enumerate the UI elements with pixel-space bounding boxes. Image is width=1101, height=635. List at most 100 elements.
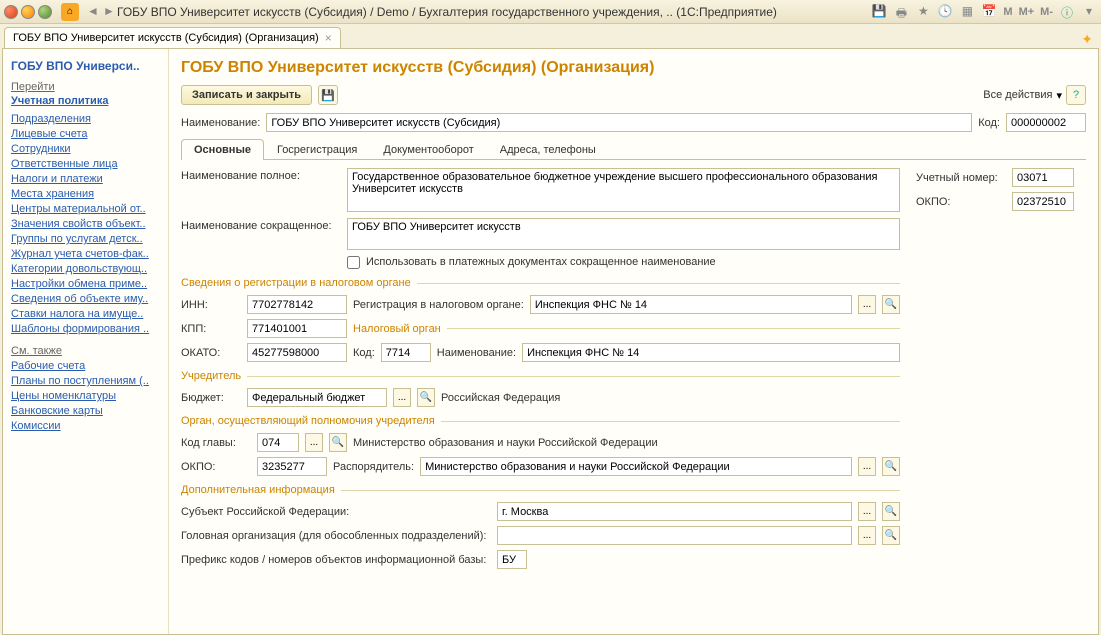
short-name-input[interactable]: [347, 218, 900, 250]
inn-input[interactable]: [247, 295, 347, 314]
subj-select-button[interactable]: ...: [858, 502, 876, 521]
sidebar-link[interactable]: Настройки обмена приме..: [11, 278, 160, 290]
form-area: Наименование полное: Наименование сокращ…: [181, 168, 1086, 574]
sidebar-links: Подразделения Лицевые счета Сотрудники Отве…: [11, 113, 160, 335]
okpo2-label: ОКПО:: [181, 461, 251, 473]
calendar-icon[interactable]: 📅: [981, 4, 997, 20]
dropdown-icon[interactable]: ▾: [1056, 89, 1062, 102]
rasp-search-button[interactable]: 🔍: [882, 457, 900, 476]
prefix-label: Префикс кодов / номеров объектов информа…: [181, 554, 491, 566]
help-icon[interactable]: ⓘ: [1059, 4, 1075, 20]
organ-section-label: Орган, осуществляющий полномочия учредит…: [181, 415, 900, 427]
kpp-label: КПП:: [181, 323, 241, 335]
maximize-window-icon[interactable]: [38, 5, 52, 19]
favorite-icon[interactable]: ★: [915, 4, 931, 20]
sidebar-link[interactable]: Значения свойств объект..: [11, 218, 160, 230]
dropdown-icon[interactable]: ▾: [1081, 4, 1097, 20]
sidebar-links2: Рабочие счета Планы по поступлениям (.. Це…: [11, 360, 160, 432]
budget-select-button[interactable]: ...: [393, 388, 411, 407]
sidebar-goto-head: Перейти: [11, 81, 160, 93]
tab-0[interactable]: Основные: [181, 139, 264, 160]
use-short-checkbox[interactable]: [347, 256, 360, 269]
tab-2[interactable]: Документооборот: [370, 139, 486, 160]
reg-label: Регистрация в налоговом органе:: [353, 299, 524, 311]
reg-input[interactable]: [530, 295, 852, 314]
full-name-input[interactable]: [347, 168, 900, 212]
short-name-label: Наименование сокращенное:: [181, 218, 341, 232]
rasp-select-button[interactable]: ...: [858, 457, 876, 476]
sidebar-link[interactable]: Категории довольствующ..: [11, 263, 160, 275]
head-select-button[interactable]: ...: [858, 526, 876, 545]
save-disk-icon[interactable]: 💾: [871, 4, 887, 20]
sidebar-link[interactable]: Ответственные лица: [11, 158, 160, 170]
budget-search-button[interactable]: 🔍: [417, 388, 435, 407]
sidebar-title: ГОБУ ВПО Универси..: [11, 59, 160, 73]
glava-select-button[interactable]: ...: [305, 433, 323, 452]
head-input[interactable]: [497, 526, 852, 545]
rasp-input[interactable]: [420, 457, 852, 476]
okato-input[interactable]: [247, 343, 347, 362]
sidebar-policy-link[interactable]: Учетная политика: [11, 95, 160, 107]
print-icon[interactable]: 🖶: [893, 4, 909, 20]
tab-1[interactable]: Госрегистрация: [264, 139, 370, 160]
prefix-input[interactable]: [497, 550, 527, 569]
kpp-input[interactable]: [247, 319, 347, 338]
sidebar-link[interactable]: Места хранения: [11, 188, 160, 200]
sidebar-link[interactable]: Шаблоны формирования ..: [11, 323, 160, 335]
glava-input[interactable]: [257, 433, 299, 452]
tab-3[interactable]: Адреса, телефоны: [487, 139, 609, 160]
minimize-window-icon[interactable]: [21, 5, 35, 19]
close-window-icon[interactable]: [4, 5, 18, 19]
uchnum-label: Учетный номер:: [916, 172, 1006, 184]
mem-mminus[interactable]: M-: [1040, 6, 1053, 18]
sidebar-link[interactable]: Сотрудники: [11, 143, 160, 155]
kod-input[interactable]: [381, 343, 431, 362]
all-actions-link[interactable]: Все действия: [983, 89, 1052, 101]
sidebar-link[interactable]: Журнал учета счетов-фак..: [11, 248, 160, 260]
sidebar-link[interactable]: Лицевые счета: [11, 128, 160, 140]
sidebar-link[interactable]: Группы по услугам детск..: [11, 233, 160, 245]
sidebar-link[interactable]: Банковские карты: [11, 405, 160, 417]
reg-select-button[interactable]: ...: [858, 295, 876, 314]
window-title: ГОБУ ВПО Университет искусств (Субсидия)…: [117, 5, 871, 19]
sidebar-link[interactable]: Подразделения: [11, 113, 160, 125]
help-button[interactable]: ?: [1066, 85, 1086, 105]
subj-input[interactable]: [497, 502, 852, 521]
name-input[interactable]: [266, 113, 972, 132]
app-home-icon[interactable]: ⌂: [61, 3, 79, 21]
reg-search-button[interactable]: 🔍: [882, 295, 900, 314]
document-tab[interactable]: ГОБУ ВПО Университет искусств (Субсидия)…: [4, 27, 341, 48]
code-input[interactable]: [1006, 113, 1086, 132]
subj-search-button[interactable]: 🔍: [882, 502, 900, 521]
back-icon[interactable]: ◄: [85, 4, 101, 20]
naim-input[interactable]: [522, 343, 900, 362]
okpo-input[interactable]: [1012, 192, 1074, 211]
fwd-icon[interactable]: ►: [101, 4, 117, 20]
sidebar-link[interactable]: Сведения об объекте иму..: [11, 293, 160, 305]
save-button[interactable]: 💾: [318, 85, 338, 105]
close-tab-icon[interactable]: ×: [325, 31, 332, 45]
history-icon[interactable]: 🕓: [937, 4, 953, 20]
sidebar-link[interactable]: Планы по поступлениям (..: [11, 375, 160, 387]
star-toggle-icon[interactable]: ✦: [1081, 31, 1093, 48]
budget-input[interactable]: [247, 388, 387, 407]
sidebar-link[interactable]: Центры материальной от..: [11, 203, 160, 215]
mem-m[interactable]: M: [1003, 6, 1012, 18]
uchnum-input[interactable]: [1012, 168, 1074, 187]
mem-mplus[interactable]: M+: [1019, 6, 1035, 18]
glava-text: Министерство образования и науки Российс…: [353, 437, 658, 449]
sidebar-link[interactable]: Комиссии: [11, 420, 160, 432]
okpo2-input[interactable]: [257, 457, 327, 476]
sidebar-link[interactable]: Цены номенклатуры: [11, 390, 160, 402]
sidebar-link[interactable]: Налоги и платежи: [11, 173, 160, 185]
sidebar: ГОБУ ВПО Универси.. Перейти Учетная поли…: [3, 49, 169, 634]
glava-search-button[interactable]: 🔍: [329, 433, 347, 452]
inn-label: ИНН:: [181, 299, 241, 311]
head-search-button[interactable]: 🔍: [882, 526, 900, 545]
sidebar-link[interactable]: Ставки налога на имуще..: [11, 308, 160, 320]
sidebar-link[interactable]: Рабочие счета: [11, 360, 160, 372]
name-row: Наименование: Код:: [181, 113, 1086, 132]
code-label: Код:: [978, 117, 1000, 129]
calc-icon[interactable]: ▦: [959, 4, 975, 20]
save-close-button[interactable]: Записать и закрыть: [181, 85, 312, 105]
